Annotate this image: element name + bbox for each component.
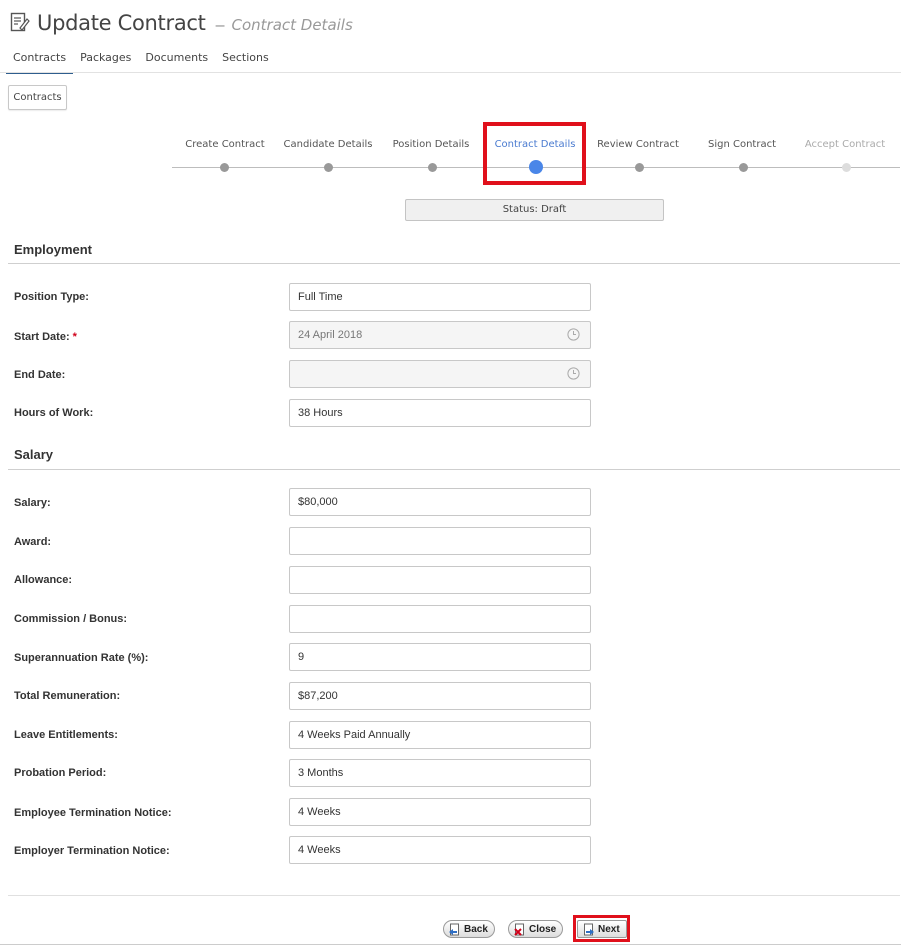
commission-bonus-label: Commission / Bonus:: [14, 613, 128, 625]
close-button-label: Close: [529, 923, 557, 935]
wizard-step-contract-details[interactable]: Contract Details: [480, 130, 590, 174]
title-separator: –: [215, 17, 225, 34]
wizard-step-candidate-details[interactable]: Candidate Details: [273, 130, 383, 172]
next-icon: [584, 923, 594, 935]
contracts-button[interactable]: Contracts: [8, 85, 67, 110]
employee-termination-notice-field[interactable]: 4 Weeks: [289, 798, 591, 826]
next-button[interactable]: Next: [577, 920, 627, 938]
footer-divider: [8, 895, 900, 896]
employee-termination-notice-label: Employee Termination Notice:: [14, 807, 172, 819]
wizard-step-dot: [739, 163, 748, 172]
wizard-step-sign-contract[interactable]: Sign Contract: [687, 130, 797, 172]
status-badge: Status: Draft: [405, 199, 664, 221]
wizard-step-dot: [428, 163, 437, 172]
tabs-divider: [0, 72, 901, 73]
page-header: Update Contract – Contract Details: [10, 8, 353, 38]
allowance-field[interactable]: [289, 566, 591, 594]
allowance-label: Allowance:: [14, 574, 73, 586]
wizard-stepper: Create Contract Candidate Details Positi…: [172, 130, 900, 180]
tab-packages[interactable]: Packages: [73, 48, 138, 74]
required-mark: *: [72, 331, 77, 343]
wizard-step-dot: [324, 163, 333, 172]
hours-of-work-field[interactable]: 38 Hours: [289, 399, 591, 427]
employment-section-title: Employment: [14, 242, 93, 257]
position-type-label: Position Type:: [14, 291, 89, 303]
start-date-field[interactable]: 24 April 2018: [289, 321, 591, 349]
back-button-label: Back: [464, 923, 488, 935]
back-button[interactable]: Back: [443, 920, 495, 938]
employment-divider: [8, 263, 900, 264]
salary-field[interactable]: $80,000: [289, 488, 591, 516]
wizard-step-review-contract[interactable]: Review Contract: [583, 130, 693, 172]
total-remuneration-label: Total Remuneration:: [14, 690, 121, 702]
edit-document-icon: [10, 12, 30, 32]
commission-bonus-field[interactable]: [289, 605, 591, 633]
tab-documents[interactable]: Documents: [138, 48, 215, 74]
page-title: Update Contract: [37, 11, 206, 35]
back-icon: [449, 923, 459, 935]
wizard-step-label: Sign Contract: [707, 139, 776, 150]
employer-termination-notice-field[interactable]: 4 Weeks: [289, 836, 591, 864]
next-button-label: Next: [598, 923, 620, 935]
wizard-step-label: Contract Details: [494, 139, 576, 150]
wizard-step-create-contract[interactable]: Create Contract: [170, 130, 280, 172]
wizard-step-label: Create Contract: [185, 139, 265, 150]
wizard-step-dot: [635, 163, 644, 172]
close-button[interactable]: Close: [508, 920, 564, 938]
wizard-step-label: Accept Contract: [804, 139, 886, 150]
wizard-step-label: Candidate Details: [283, 139, 373, 150]
end-date-label: End Date:: [14, 369, 66, 381]
tab-sections[interactable]: Sections: [215, 48, 276, 74]
wizard-step-dot: [842, 163, 851, 172]
top-tabs: Contracts Packages Documents Sections: [6, 48, 276, 74]
probation-period-field[interactable]: 3 Months: [289, 759, 591, 787]
wizard-step-label: Position Details: [392, 139, 470, 150]
close-icon: [514, 923, 524, 936]
position-type-field[interactable]: Full Time: [289, 283, 591, 311]
wizard-step-label: Review Contract: [597, 139, 679, 150]
leave-entitlements-label: Leave Entitlements:: [14, 729, 118, 741]
award-field[interactable]: [289, 527, 591, 555]
salary-section-title: Salary: [14, 447, 54, 462]
leave-entitlements-field[interactable]: 4 Weeks Paid Annually: [289, 721, 591, 749]
total-remuneration-field[interactable]: $87,200: [289, 682, 591, 710]
salary-divider: [8, 469, 900, 470]
start-date-value: 24 April 2018: [298, 329, 363, 341]
wizard-step-dot-active: [529, 160, 543, 174]
page-bottom-border: [0, 944, 901, 945]
probation-period-label: Probation Period:: [14, 767, 107, 779]
end-date-field[interactable]: [289, 360, 591, 388]
employer-termination-notice-label: Employer Termination Notice:: [14, 845, 170, 857]
tab-contracts[interactable]: Contracts: [6, 48, 74, 74]
wizard-step-dot: [220, 163, 229, 172]
wizard-step-accept-contract: Accept Contract: [790, 130, 900, 172]
page-subtitle: Contract Details: [231, 16, 353, 34]
award-label: Award:: [14, 536, 52, 548]
start-date-label: Start Date: *: [14, 331, 77, 343]
salary-label: Salary:: [14, 497, 51, 509]
superannuation-rate-label: Superannuation Rate (%):: [14, 652, 149, 664]
clock-icon[interactable]: [567, 367, 580, 380]
superannuation-rate-field[interactable]: 9: [289, 643, 591, 671]
hours-of-work-label: Hours of Work:: [14, 407, 94, 419]
wizard-step-position-details[interactable]: Position Details: [376, 130, 486, 172]
clock-icon[interactable]: [567, 328, 580, 341]
